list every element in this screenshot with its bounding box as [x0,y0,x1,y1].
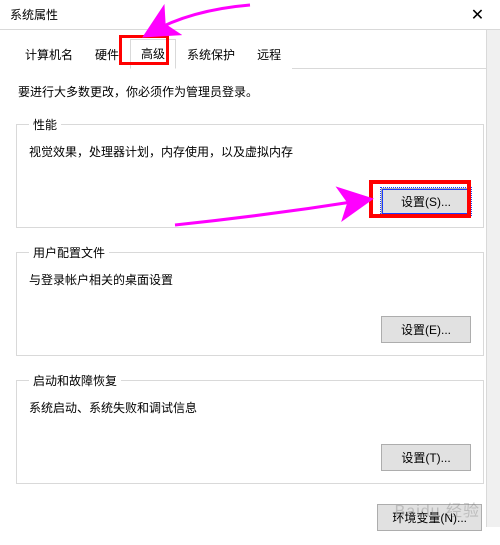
button-row: 设置(S)... [29,188,471,215]
tab-strip: 计算机名 硬件 高级 系统保护 远程 [14,38,486,69]
tab-hardware[interactable]: 硬件 [84,40,130,69]
group-desc: 视觉效果，处理器计划，内存使用，以及虚拟内存 [29,143,471,160]
group-user-profiles: 用户配置文件 与登录帐户相关的桌面设置 设置(E)... [16,244,484,356]
group-legend: 性能 [29,116,61,133]
tab-remote[interactable]: 远程 [246,40,292,69]
client-area: 计算机名 硬件 高级 系统保护 远程 要进行大多数更改，你必须作为管理员登录。 … [0,30,500,545]
tab-label: 硬件 [95,48,119,62]
group-desc: 系统启动、系统失败和调试信息 [29,399,471,416]
group-performance: 性能 视觉效果，处理器计划，内存使用，以及虚拟内存 设置(S)... [16,116,484,228]
close-icon: ✕ [471,5,484,25]
close-button[interactable]: ✕ [455,0,500,30]
tab-label: 计算机名 [25,48,73,62]
settings-button-user-profiles[interactable]: 设置(E)... [381,316,471,343]
button-row: 设置(T)... [29,444,471,471]
titlebar: 系统属性 ✕ [0,0,500,30]
tab-system-protection[interactable]: 系统保护 [176,40,246,69]
footer-row: 环境变量(N)... [14,500,486,531]
group-legend: 用户配置文件 [29,244,109,261]
tab-label: 远程 [257,48,281,62]
window-title: 系统属性 [10,6,58,23]
tab-advanced[interactable]: 高级 [130,39,176,69]
admin-note: 要进行大多数更改，你必须作为管理员登录。 [18,83,482,100]
group-startup-recovery: 启动和故障恢复 系统启动、系统失败和调试信息 设置(T)... [16,372,484,484]
group-desc: 与登录帐户相关的桌面设置 [29,271,471,288]
tab-computer-name[interactable]: 计算机名 [14,40,84,69]
tab-label: 高级 [141,47,165,61]
settings-button-startup[interactable]: 设置(T)... [381,444,471,471]
settings-button-performance[interactable]: 设置(S)... [381,188,471,215]
scrollbar-vertical[interactable] [486,30,500,527]
tab-label: 系统保护 [187,48,235,62]
button-row: 设置(E)... [29,316,471,343]
group-legend: 启动和故障恢复 [29,372,121,389]
